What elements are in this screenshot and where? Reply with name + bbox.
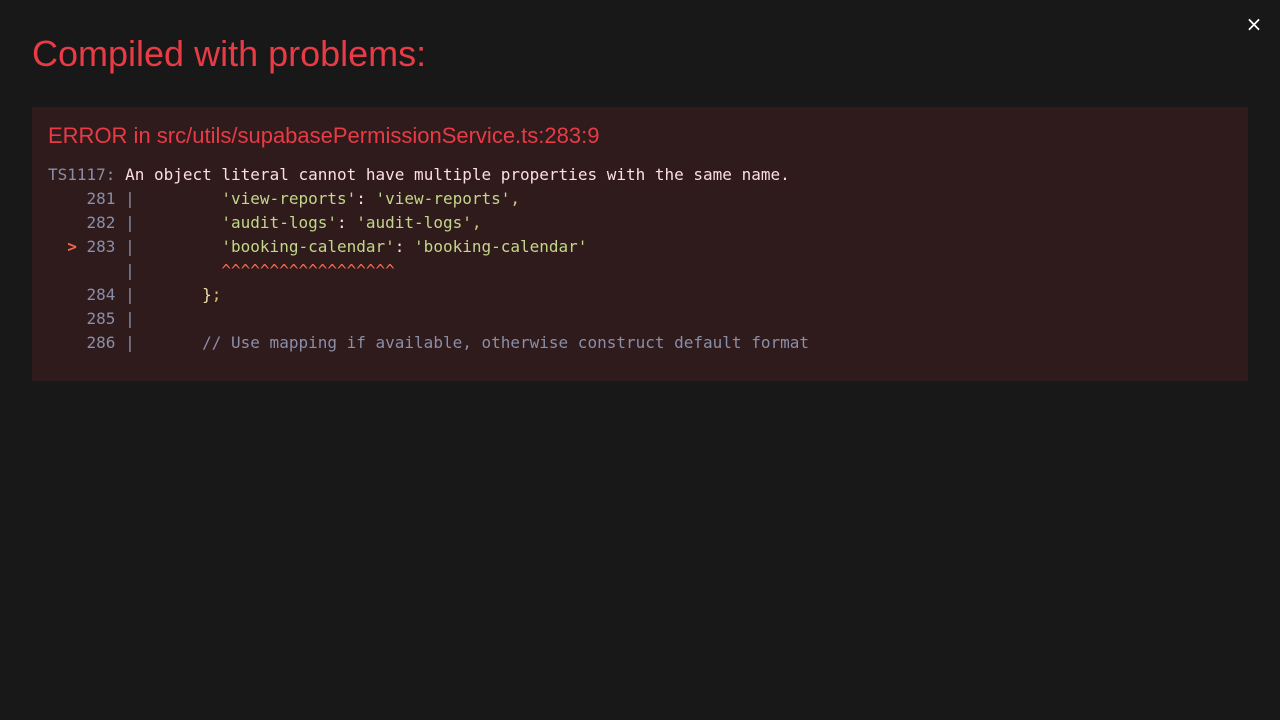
error-message-line: TS1117: An object literal cannot have mu…	[48, 163, 1232, 187]
code-comment: // Use mapping if available, otherwise c…	[202, 333, 809, 352]
object-value: 'booking-calendar'	[414, 237, 588, 256]
error-carets: ^^^^^^^^^^^^^^^^^^	[221, 261, 395, 280]
code-line-285: 285 |	[48, 307, 1232, 331]
code-line-286: 286 | // Use mapping if available, other…	[48, 331, 1232, 355]
object-key: 'view-reports'	[221, 189, 357, 208]
closing-brace: }	[202, 285, 212, 304]
code-line-281: 281 | 'view-reports': 'view-reports',	[48, 187, 1232, 211]
object-key: 'booking-calendar'	[221, 237, 395, 256]
object-key: 'audit-logs'	[221, 213, 337, 232]
colon: :	[394, 237, 415, 256]
colon: :	[356, 189, 376, 208]
comma: ,	[471, 213, 482, 232]
error-header: ERROR in src/utils/supabasePermissionSer…	[48, 123, 600, 148]
code-line-284: 284 | };	[48, 283, 1232, 307]
object-value: 'view-reports'	[375, 189, 511, 208]
line-gutter: |	[48, 261, 145, 280]
code-line-283: > 283 | 'booking-calendar': 'booking-cal…	[48, 235, 1232, 259]
object-value: 'audit-logs'	[356, 213, 472, 232]
error-line-marker: >	[48, 237, 87, 256]
colon: :	[336, 213, 357, 232]
line-number: 282 |	[48, 213, 145, 232]
page-title: Compiled with problems:	[32, 33, 427, 74]
error-code-label: TS1117:	[48, 165, 116, 184]
line-number: 283 |	[86, 237, 145, 256]
line-number: 281 |	[48, 189, 145, 208]
close-icon: ×	[1245, 12, 1263, 36]
caret-line: | ^^^^^^^^^^^^^^^^^^	[48, 259, 1232, 283]
line-number: 285 |	[48, 309, 145, 328]
code-line-282: 282 | 'audit-logs': 'audit-logs',	[48, 211, 1232, 235]
error-message: An object literal cannot have multiple p…	[115, 165, 790, 184]
close-button[interactable]: ×	[1242, 12, 1266, 36]
comma: ,	[510, 189, 521, 208]
line-number: 284 |	[48, 285, 145, 304]
line-number: 286 |	[48, 333, 145, 352]
error-panel: ERROR in src/utils/supabasePermissionSer…	[32, 107, 1248, 381]
semicolon: ;	[211, 285, 222, 304]
error-overlay: × Compiled with problems: ERROR in src/u…	[0, 0, 1280, 720]
code-frame: TS1117: An object literal cannot have mu…	[48, 163, 1232, 355]
